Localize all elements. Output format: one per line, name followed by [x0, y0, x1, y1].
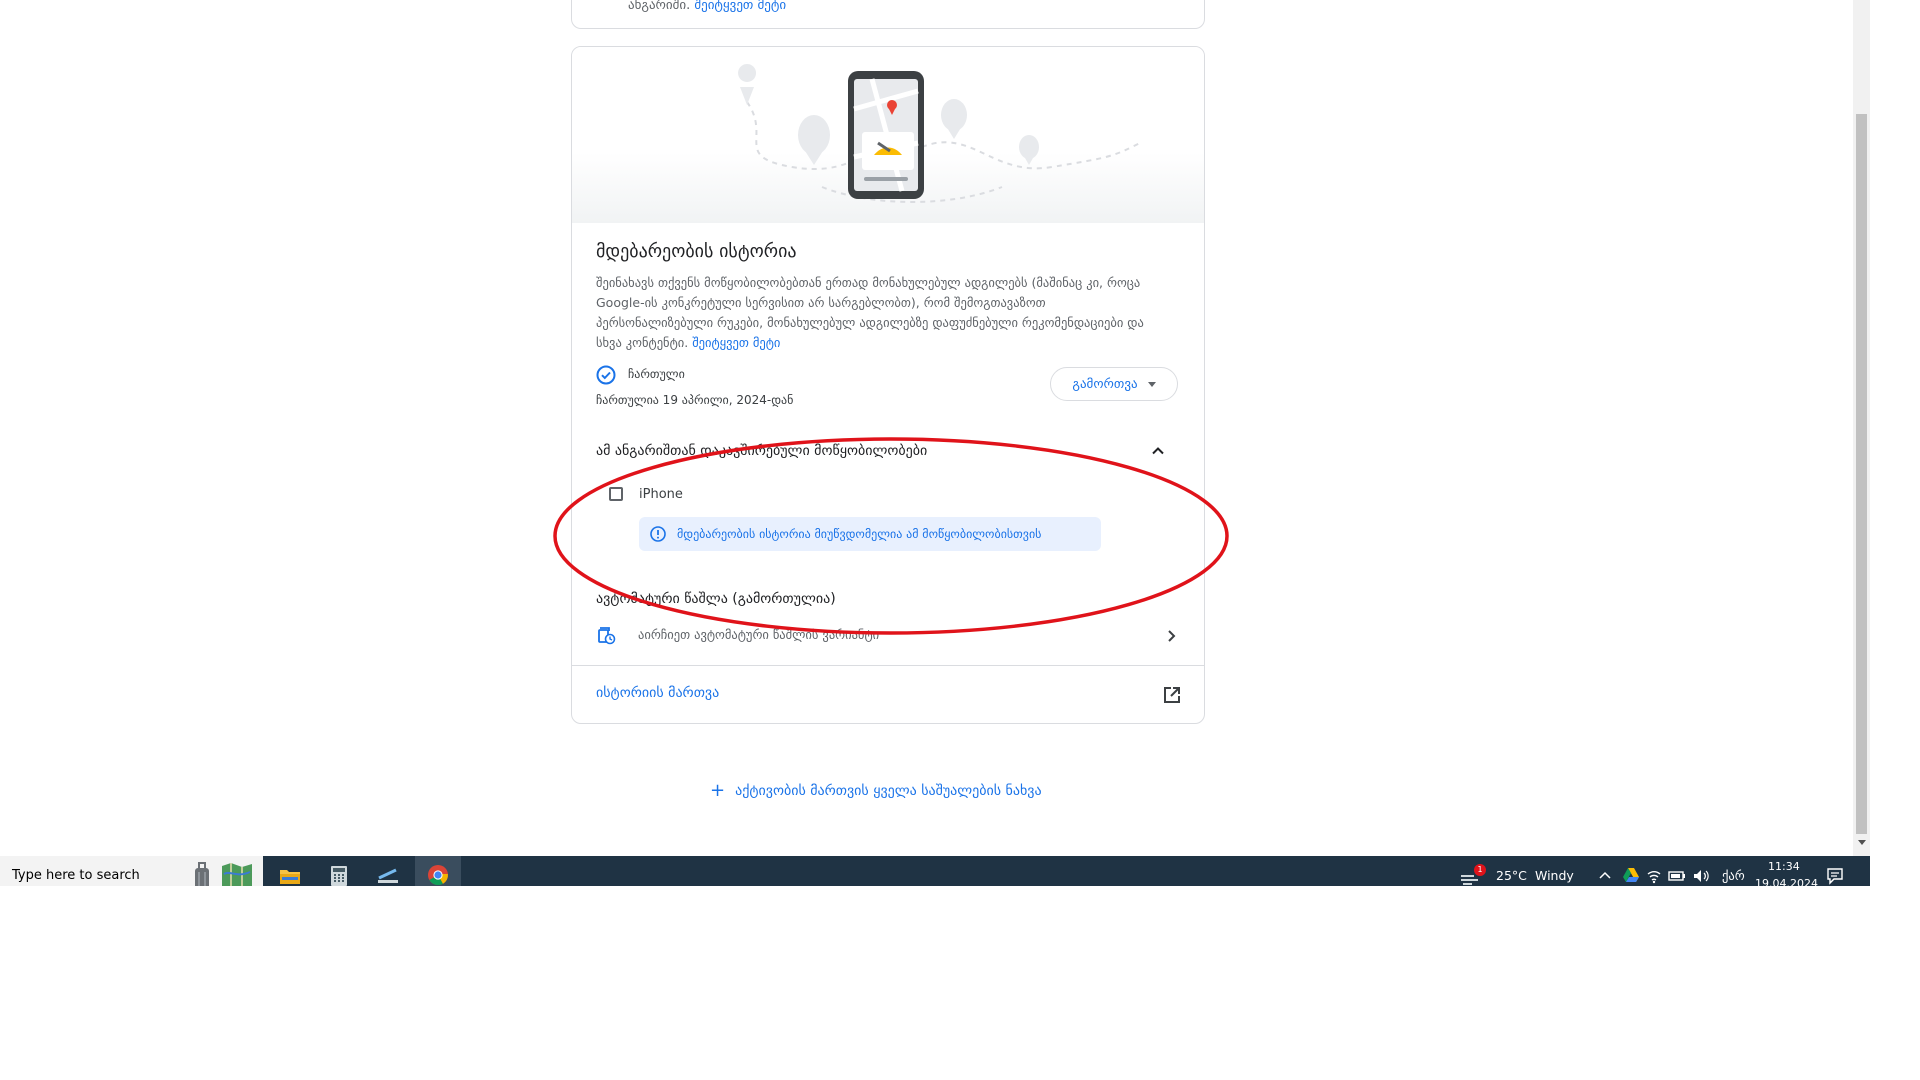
device-notice-text: მდებარეობის ისტორია მიუწვდომელია ამ მოწყ…	[677, 527, 1042, 541]
chevron-right-icon[interactable]	[1164, 629, 1178, 643]
location-history-title: მდებარეობის ისტორია	[596, 241, 797, 262]
scanner-taskbar-button[interactable]	[365, 856, 411, 886]
luggage-icon	[195, 862, 209, 886]
devices-section-title: ამ ანგარიშთან დაკავშირებული მოწყობილობებ…	[596, 443, 928, 459]
plus-icon: +	[710, 780, 726, 801]
taskbar-search-placeholder: Type here to search	[12, 868, 140, 883]
chevron-up-icon[interactable]	[1150, 443, 1166, 459]
chrome-taskbar-button[interactable]	[415, 856, 461, 886]
location-history-illustration	[572, 47, 1204, 223]
chrome-icon	[428, 865, 448, 886]
all-activity-controls-link[interactable]: + აქტივობის მართვის ყველა საშუალების ნახ…	[710, 780, 1042, 801]
auto-delete-icon	[598, 627, 616, 645]
status-label: ჩართული	[628, 367, 685, 381]
location-history-description: შეინახავს თქვენს მოწყობილობებთან ერთად მ…	[596, 273, 1156, 353]
weather-badge: 1	[1474, 864, 1486, 876]
notification-center-icon[interactable]	[1826, 867, 1844, 885]
input-language[interactable]: ქარ	[1722, 868, 1745, 883]
all-activity-controls-label: აქტივობის მართვის ყველა საშუალების ნახვა	[735, 782, 1042, 799]
file-explorer-taskbar-button[interactable]	[267, 856, 313, 886]
google-drive-icon[interactable]	[1622, 867, 1640, 883]
open-external-icon[interactable]	[1162, 685, 1182, 705]
previous-card-learn-more-link[interactable]: შეიტყვეთ მეტი	[694, 0, 786, 13]
scrollbar-thumb[interactable]	[1856, 114, 1867, 834]
vertical-scrollbar[interactable]	[1853, 0, 1870, 858]
volume-icon[interactable]	[1692, 868, 1710, 884]
clock-date[interactable]: 19.04.2024	[1755, 877, 1818, 886]
learn-more-link[interactable]: შეიტყვეთ მეტი	[692, 335, 780, 350]
manage-history-link[interactable]: ისტორიის მართვა	[596, 685, 719, 701]
dropdown-caret-icon	[1147, 381, 1156, 387]
turn-off-button[interactable]: გამორთვა	[1050, 367, 1178, 401]
show-hidden-icons-chevron-icon[interactable]	[1598, 870, 1612, 880]
location-history-card: მდებარეობის ისტორია შეინახავს თქვენს მოწ…	[571, 46, 1205, 724]
location-history-description-text: შეინახავს თქვენს მოწყობილობებთან ერთად მ…	[596, 275, 1144, 350]
previous-card-label: ანგარიში.	[628, 0, 691, 13]
previous-card-text: ანგარიში. შეიტყვეთ მეტი	[628, 0, 786, 13]
previous-card: ანგარიში. შეიტყვეთ მეტი	[571, 0, 1205, 29]
status-since: ჩართულია 19 აპრილი, 2024-დან	[596, 393, 794, 407]
battery-icon[interactable]	[1668, 869, 1686, 883]
calculator-taskbar-button[interactable]	[316, 856, 362, 886]
device-name: iPhone	[639, 487, 683, 502]
folder-icon	[280, 870, 300, 884]
weather-temperature[interactable]: 25°C	[1496, 868, 1527, 883]
map-icon	[222, 863, 252, 886]
turn-off-button-label: გამორთვა	[1072, 376, 1138, 392]
check-circle-icon	[596, 365, 616, 385]
info-icon	[650, 526, 666, 542]
scroll-down-arrow-icon[interactable]	[1858, 840, 1866, 845]
calculator-icon	[331, 866, 347, 886]
divider	[572, 665, 1204, 666]
weather-description[interactable]: Windy	[1535, 868, 1574, 883]
browser-viewport: ანგარიში. შეიტყვეთ მეტი მდებარეობის ისტო…	[0, 0, 1870, 886]
device-checkbox[interactable]	[609, 487, 623, 501]
wifi-icon[interactable]	[1646, 868, 1662, 884]
taskbar-search-box[interactable]: Type here to search	[0, 856, 263, 886]
clock-time[interactable]: 11:34	[1768, 860, 1800, 873]
phone-map-illustration	[738, 64, 1143, 203]
auto-delete-description[interactable]: აირჩიეთ ავტომატური წაშლის ვარიანტი	[638, 627, 879, 642]
scanner-icon	[378, 868, 398, 883]
device-notice: მდებარეობის ისტორია მიუწვდომელია ამ მოწყ…	[639, 517, 1101, 551]
auto-delete-title: ავტომატური წაშლა (გამორთულია)	[596, 591, 836, 607]
windows-taskbar: Type here to search 1 25°C Windy ქარ 11:…	[0, 856, 1870, 886]
